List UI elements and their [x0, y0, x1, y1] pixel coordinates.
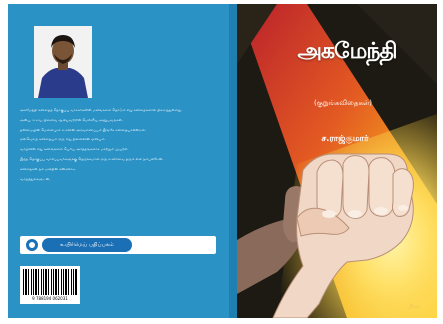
publisher-logo-icon — [26, 239, 38, 251]
blurb-paragraph: வாழ்த்துக்களுடன், — [20, 176, 51, 181]
publisher-name: உயிர்மெய் பதிப்பகம் — [42, 238, 132, 252]
book-title: அகமேந்தி — [297, 38, 398, 64]
artist-signature: நீலா — [409, 304, 419, 310]
blurb-paragraph: அகமேந்தி கவிதைத் தொகுப்பு வாசகர்களின் மன… — [20, 108, 183, 112]
book-spine — [229, 4, 237, 318]
barcode-bars-icon — [23, 269, 77, 295]
isbn-barcode: 9 788194 062031 — [20, 266, 80, 304]
front-cover: அகமேந்தி (குறுங்கவிதைகள்) ச.ராஜ்குமார் ந… — [237, 4, 437, 318]
back-cover: அகமேந்தி கவிதைத் தொகுப்பு வாசகர்களின் மன… — [8, 4, 229, 318]
blurb-paragraph: ஒவ்வொரு கவிதையும் ஒரு சிறு நினைவின் ஓவிய… — [20, 137, 106, 142]
isbn-number: 9 788194 062031 — [32, 296, 68, 301]
book-cover-spread: அகமேந்தி கவிதைத் தொகுப்பு வாசகர்களின் மன… — [8, 4, 437, 318]
blurb-paragraph: தனிமையின் மௌனமும் உறவின் அரவணைப்பும் இங்… — [20, 127, 146, 132]
author-photo — [34, 26, 92, 98]
blurb-paragraph: இந்த தொகுப்பு வாசிப்பவர்களுக்கு நெருக்கம… — [20, 156, 164, 161]
blurb-paragraph: கவிதைகள் நம் மனதின் கண்ணாடி. — [20, 166, 77, 171]
author-name: ச.ராஜ்குமார் — [321, 134, 369, 144]
back-cover-blurb: அகமேந்தி கவிதைத் தொகுப்பு வாசகர்களின் மன… — [20, 108, 225, 186]
publisher-banner: உயிர்மெய் பதிப்பகம் — [20, 236, 216, 254]
blurb-paragraph: அன்பு, உறவு, நினைவு ஆகியவற்றின் மெல்லிய … — [20, 117, 124, 122]
blurb-paragraph: வாழ்வின் சிறு கணங்களை பெரிய அர்த்தங்களாக… — [20, 147, 129, 152]
book-subtitle: (குறுங்கவிதைகள்) — [313, 99, 373, 107]
